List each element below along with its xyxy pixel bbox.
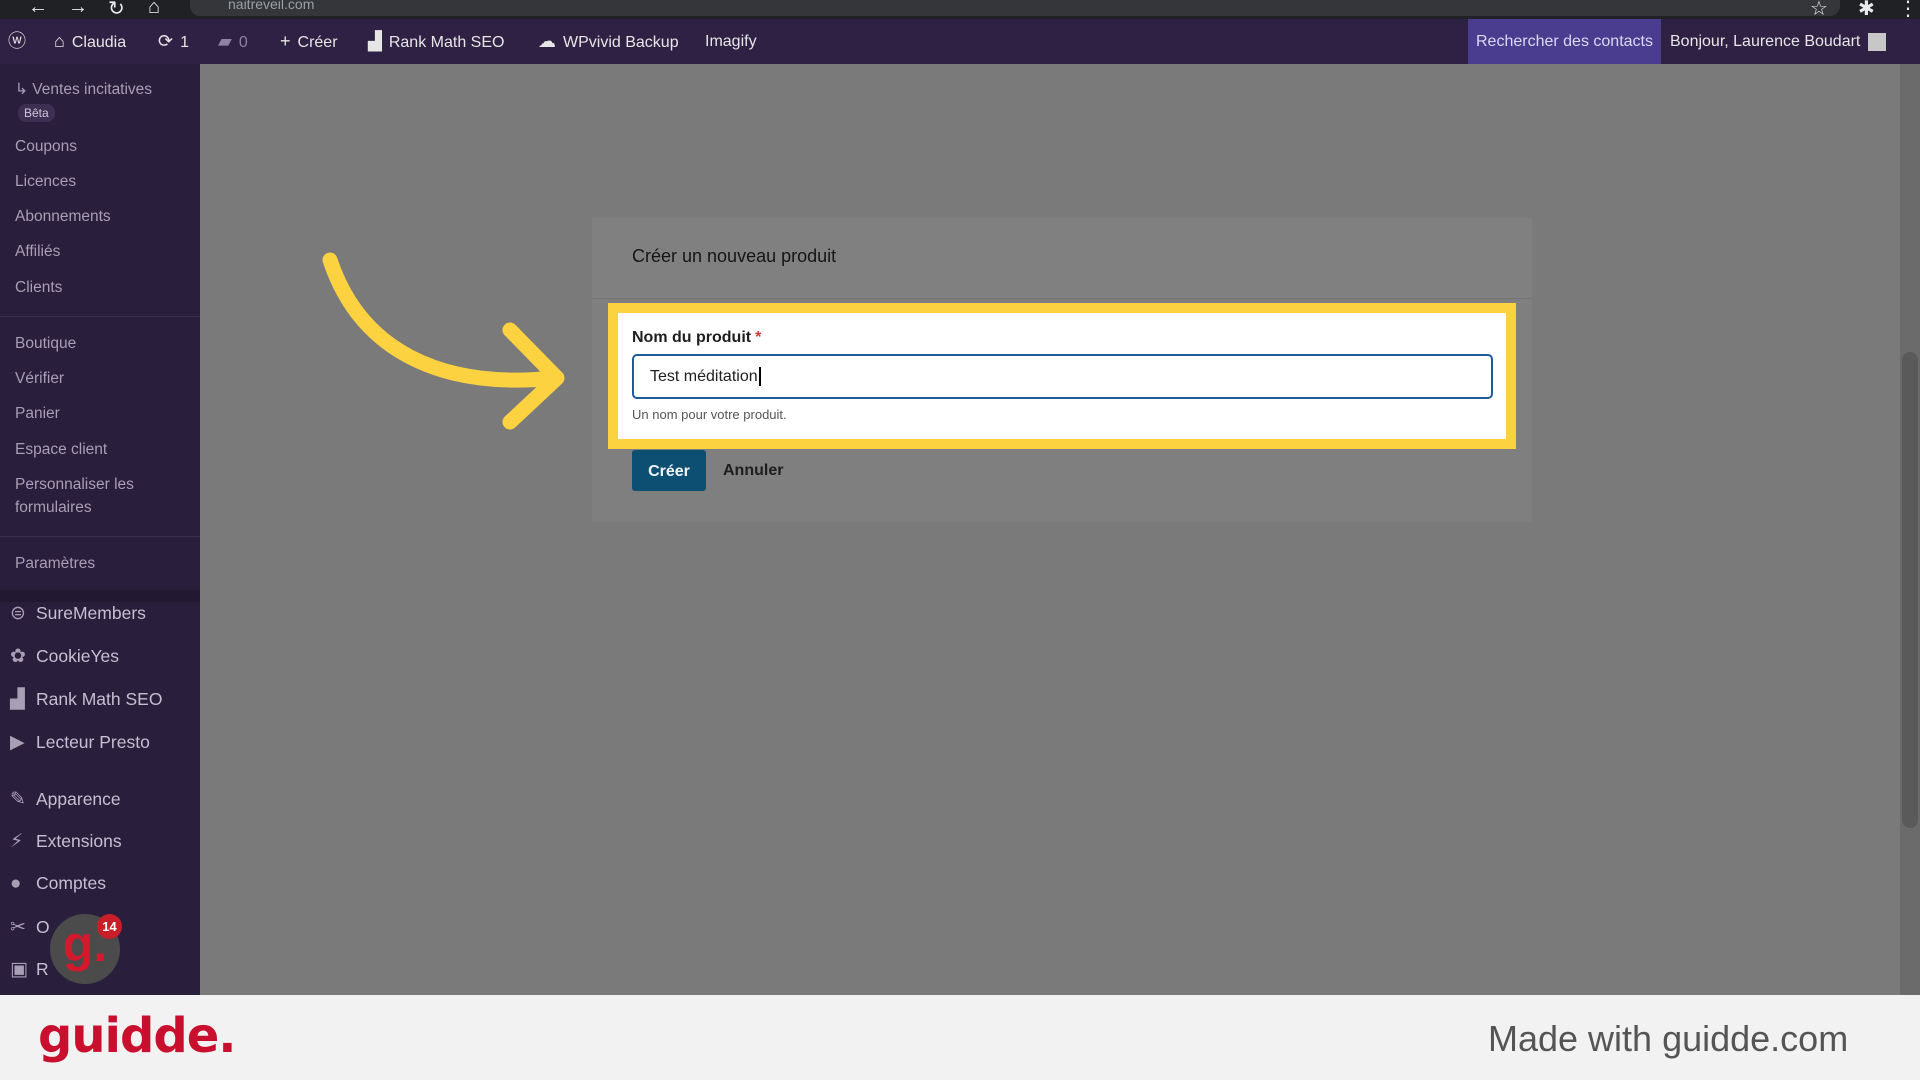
comments-link[interactable]: ▰ 0 — [218, 19, 248, 64]
sidebar-item-affiliates[interactable]: Affiliés — [15, 243, 60, 261]
sidebar-item-licenses[interactable]: Licences — [15, 173, 76, 191]
sidebar-item-checkout[interactable]: Vérifier — [15, 370, 64, 388]
sidebar-divider — [0, 316, 200, 317]
plugin-icon: ⚡ — [10, 831, 24, 852]
rank-math-link[interactable]: ▟ Rank Math SEO — [368, 19, 504, 64]
annotation-arrow-icon — [322, 252, 565, 430]
address-bar[interactable]: naitreveil.com — [190, 0, 1840, 16]
reload-icon[interactable]: ↻ — [108, 0, 125, 21]
imagify-link[interactable]: Imagify — [705, 19, 757, 64]
sidebar-item-subscriptions[interactable]: Abonnements — [15, 208, 111, 226]
sidebar-item-customize-forms-line2[interactable]: formulaires — [15, 499, 92, 517]
sidebar-item-settings[interactable]: Paramètres — [15, 555, 95, 573]
comment-icon: ▰ — [218, 31, 232, 51]
wordpress-logo-icon[interactable]: ⓦ — [8, 19, 33, 64]
admin-bar: ⓦ ⌂ Claudia ⟳ 1 ▰ 0 + Créer ▟ Rank Math SEO ☁… — [0, 19, 1920, 64]
product-name-label: Nom du produit * — [632, 329, 762, 346]
sidebar-item-customize-forms[interactable]: Personnaliser les — [15, 476, 134, 494]
dialog-title: Créer un nouveau produit — [632, 246, 837, 266]
sidebar-item-coupons[interactable]: Coupons — [15, 138, 77, 156]
sidebar-item-users[interactable]: ● Comptes — [10, 873, 106, 895]
home-icon[interactable]: ⌂ — [148, 0, 160, 19]
required-marker: * — [755, 329, 762, 346]
sidebar-item-presto-player[interactable]: ▶ Lecteur Presto — [10, 731, 150, 754]
avatar — [1868, 32, 1887, 51]
wrench-icon: ✂ — [10, 917, 26, 938]
updates-link[interactable]: ⟳ 1 — [158, 19, 189, 64]
text-caret — [758, 367, 761, 387]
cookie-icon: ✿ — [10, 646, 26, 667]
create-button[interactable]: Créer — [632, 450, 706, 491]
sidebar-item-settings-main[interactable]: ▣ R — [10, 958, 49, 981]
plus-icon: + — [280, 31, 291, 51]
product-name-input[interactable]: Test méditation — [632, 354, 1493, 399]
star-icon[interactable]: ☆ — [1810, 0, 1828, 21]
sidebar-item-tools[interactable]: ✂ O — [10, 916, 50, 939]
updates-icon: ⟳ — [158, 31, 174, 51]
sidebar-item-shop[interactable]: Boutique — [15, 335, 76, 353]
brush-icon: ✎ — [10, 789, 26, 810]
wpvivid-link[interactable]: ☁ WPvivid Backup — [538, 19, 679, 64]
sidebar-item-upsells[interactable]: ↳ Ventes incitatives — [15, 80, 152, 99]
product-name-help: Un nom pour votre produit. — [632, 407, 787, 422]
sidebar-divider — [0, 590, 200, 602]
browser-chrome: ← → ↻ ⌂ naitreveil.com ☆ ✱ ⋮ — [0, 0, 1920, 21]
new-content-link[interactable]: + Créer — [280, 19, 338, 64]
notification-badge: 14 — [97, 914, 122, 939]
beta-badge: Bêta — [18, 104, 55, 122]
sidebar-item-plugins[interactable]: ⚡ Extensions — [10, 830, 122, 853]
sidebar-item-cart[interactable]: Panier — [15, 405, 60, 423]
extensions-icon[interactable]: ✱ — [1858, 0, 1875, 21]
player-icon: ▶ — [10, 732, 25, 753]
sidebar-item-customers[interactable]: Clients — [15, 279, 62, 297]
suremembers-icon: ⊜ — [10, 603, 26, 624]
made-with-text: Made with guidde.com — [1488, 1018, 1849, 1059]
rank-math-icon: ▟ — [368, 31, 382, 51]
sidebar-item-suremembers[interactable]: ⊜ SureMembers — [10, 602, 146, 625]
guidde-logo: guidde. — [38, 1008, 236, 1064]
sidebar-item-rank-math[interactable]: ▟ Rank Math SEO — [10, 688, 162, 711]
sidebar-item-customer-area[interactable]: Espace client — [15, 441, 107, 459]
sidebar-divider — [0, 536, 200, 537]
back-icon[interactable]: ← — [28, 0, 48, 19]
scrollbar-thumb[interactable] — [1902, 352, 1918, 828]
sidebar-item-cookieyes[interactable]: ✿ CookieYes — [10, 645, 119, 668]
cloud-icon: ☁ — [538, 31, 556, 51]
menu-icon[interactable]: ⋮ — [1898, 0, 1918, 21]
site-name-link[interactable]: ⌂ Claudia — [54, 19, 126, 64]
user-icon: ● — [10, 873, 22, 894]
account-menu[interactable]: Bonjour, Laurence Boudart — [1670, 19, 1887, 64]
cancel-button[interactable]: Annuler — [723, 450, 783, 491]
sidebar-item-appearance[interactable]: ✎ Apparence — [10, 788, 121, 811]
settings-icon: ▣ — [10, 959, 28, 980]
admin-sidebar: ↳ Ventes incitatives Bêta Coupons Licenc… — [0, 64, 200, 995]
search-contacts-button[interactable]: Rechercher des contacts — [1468, 19, 1661, 64]
dialog-header: Créer un nouveau produit — [592, 218, 1532, 299]
forward-icon[interactable]: → — [68, 0, 88, 19]
rank-math-icon: ▟ — [10, 689, 25, 710]
home-icon: ⌂ — [54, 31, 65, 51]
